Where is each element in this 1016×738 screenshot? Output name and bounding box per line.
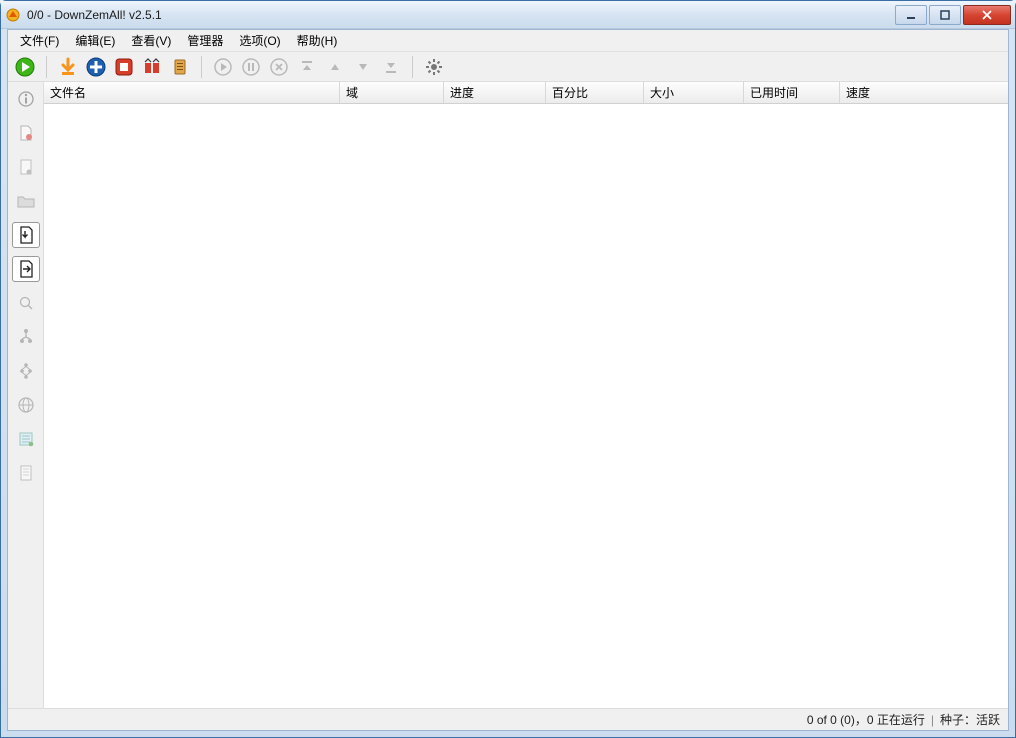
column-speed[interactable]: 速度 (840, 82, 1008, 103)
sidebar-list-icon[interactable] (12, 426, 40, 452)
add-download-button[interactable] (55, 54, 81, 80)
column-domain[interactable]: 域 (340, 82, 444, 103)
sidebar-file-icon[interactable] (12, 120, 40, 146)
menu-view[interactable]: 查看(V) (123, 30, 179, 51)
window-controls (893, 5, 1011, 25)
window-title: 0/0 - DownZemAll! v2.5.1 (27, 8, 893, 22)
main-panel: 文件名 域 进度 百分比 大小 已用时间 速度 (44, 82, 1008, 708)
move-top-button (294, 54, 320, 80)
menu-edit[interactable]: 编辑(E) (67, 30, 123, 51)
pause-button (238, 54, 264, 80)
add-button[interactable] (83, 54, 109, 80)
column-percent[interactable]: 百分比 (546, 82, 644, 103)
maximize-button[interactable] (929, 5, 961, 25)
sidebar-globe-icon[interactable] (12, 392, 40, 418)
status-seed: 种子：活跃 (940, 711, 1000, 728)
batch-button[interactable] (139, 54, 165, 80)
sidebar-info-icon[interactable] (12, 86, 40, 112)
sidebar-tree-icon[interactable] (12, 358, 40, 384)
sidebar-export-icon[interactable] (12, 256, 40, 282)
content-area: 文件名 域 进度 百分比 大小 已用时间 速度 (8, 82, 1008, 708)
status-separator: | (931, 713, 934, 727)
app-window: 0/0 - DownZemAll! v2.5.1 文件(F) 编辑(E) 查看(… (0, 0, 1016, 738)
status-summary: 0 of 0 (0)，0 正在运行 (807, 711, 925, 728)
resume-button (210, 54, 236, 80)
start-button[interactable] (12, 54, 38, 80)
stop-button[interactable] (111, 54, 137, 80)
column-filename[interactable]: 文件名 (44, 82, 340, 103)
sidebar-doc-icon[interactable] (12, 460, 40, 486)
table-body[interactable] (44, 104, 1008, 708)
table-header: 文件名 域 进度 百分比 大小 已用时间 速度 (44, 82, 1008, 104)
column-elapsed[interactable]: 已用时间 (744, 82, 840, 103)
toolbar-separator (412, 56, 413, 78)
window-inner: 文件(F) 编辑(E) 查看(V) 管理器 选项(O) 帮助(H) (7, 29, 1009, 731)
move-down-button (350, 54, 376, 80)
toolbar-separator (46, 56, 47, 78)
menu-options[interactable]: 选项(O) (231, 30, 288, 51)
sidebar-page-icon[interactable] (12, 154, 40, 180)
menubar: 文件(F) 编辑(E) 查看(V) 管理器 选项(O) 帮助(H) (8, 30, 1008, 52)
paste-button[interactable] (167, 54, 193, 80)
menu-manager[interactable]: 管理器 (179, 30, 231, 51)
toolbar (8, 52, 1008, 82)
app-icon (5, 7, 21, 23)
move-up-button (322, 54, 348, 80)
column-progress[interactable]: 进度 (444, 82, 546, 103)
minimize-button[interactable] (895, 5, 927, 25)
statusbar: 0 of 0 (0)，0 正在运行 | 种子：活跃 (8, 708, 1008, 730)
close-button[interactable] (963, 5, 1011, 25)
sidebar-folder-icon[interactable] (12, 188, 40, 214)
menu-file[interactable]: 文件(F) (12, 30, 67, 51)
titlebar[interactable]: 0/0 - DownZemAll! v2.5.1 (1, 1, 1015, 29)
move-bottom-button (378, 54, 404, 80)
sidebar-download-icon[interactable] (12, 222, 40, 248)
sidebar-branch-icon[interactable] (12, 324, 40, 350)
settings-button[interactable] (421, 54, 447, 80)
cancel-button (266, 54, 292, 80)
sidebar-search-icon[interactable] (12, 290, 40, 316)
toolbar-separator (201, 56, 202, 78)
menu-help[interactable]: 帮助(H) (289, 30, 346, 51)
sidebar (8, 82, 44, 708)
column-size[interactable]: 大小 (644, 82, 744, 103)
